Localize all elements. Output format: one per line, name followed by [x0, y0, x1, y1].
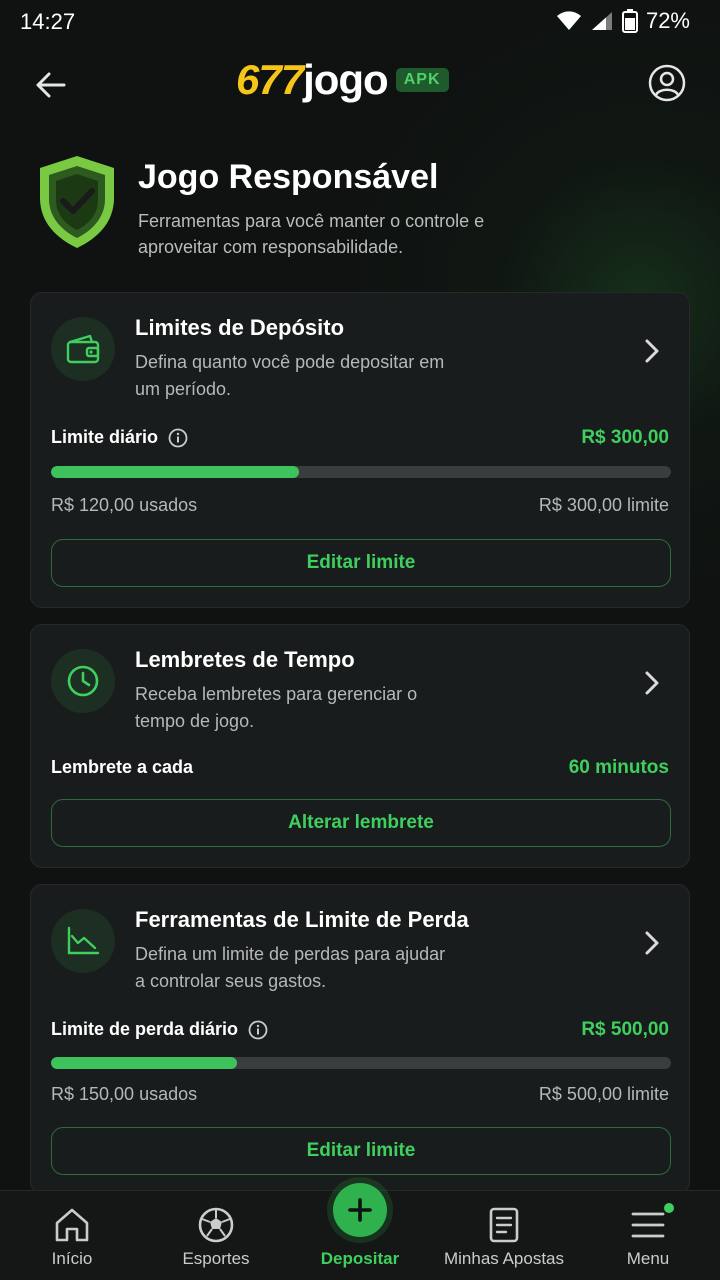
- wifi-icon: [556, 11, 581, 30]
- nav-item-esportes[interactable]: Esportes: [144, 1191, 288, 1280]
- page-title: Jogo Responsável: [138, 158, 439, 196]
- nav-item-depositar[interactable]: Depositar: [288, 1183, 432, 1280]
- logo-word: jogo: [303, 56, 389, 103]
- info-icon[interactable]: [248, 1020, 268, 1040]
- card-icon-container: [51, 317, 115, 381]
- screen: 14:27 72% 677 jogo APK Jogo Responsável …: [0, 0, 720, 1280]
- apk-badge: APK: [395, 68, 449, 92]
- status-bar: 14:27 72%: [0, 0, 720, 44]
- nav-label: Menu: [626, 1249, 670, 1268]
- daily-loss-limit-label: Limite de perda diário: [51, 1019, 239, 1039]
- wallet-icon: [66, 334, 100, 364]
- edit-deposit-limit-button[interactable]: Editar limite: [51, 539, 671, 587]
- deposit-limit-card[interactable]: Limites de Depósito Defina quanto você p…: [30, 292, 690, 608]
- menu-icon: [631, 1212, 665, 1238]
- hero-section: Jogo Responsável Ferramentas para você m…: [36, 154, 696, 264]
- notification-dot: [664, 1203, 674, 1213]
- card-description: Defina quanto você pode depositar em um …: [135, 352, 445, 399]
- loss-limit-card[interactable]: Ferramentas de Limite de Perda Defina um…: [30, 884, 690, 1194]
- nav-item-menu[interactable]: Menu: [576, 1191, 720, 1280]
- card-title: Limites de Depósito: [135, 315, 345, 340]
- reminder-interval-value: 60 minutos: [568, 757, 669, 778]
- deposit-progress-bar: [51, 466, 671, 478]
- daily-limit-label: Limite diário: [51, 427, 159, 447]
- back-button[interactable]: [30, 64, 72, 106]
- card-icon-container: [51, 649, 115, 713]
- user-circle-icon: [648, 64, 686, 102]
- chevron-right-icon[interactable]: [641, 929, 663, 957]
- reminder-interval-row: Lembrete a cada: [51, 757, 193, 778]
- card-description: Defina um limite de perdas para ajudar a…: [135, 944, 446, 991]
- reminder-interval-label: Lembrete a cada: [51, 757, 194, 777]
- bottom-navigation: Início Esportes Depositar Minhas Apostas…: [0, 1183, 720, 1280]
- nav-item-minhas-apostas[interactable]: Minhas Apostas: [432, 1191, 576, 1280]
- limit-amount: R$ 500,00 limite: [538, 1084, 669, 1104]
- brand-logo[interactable]: 677 jogo APK: [236, 56, 449, 104]
- card-icon-container: [51, 909, 115, 973]
- nav-label: Início: [51, 1249, 93, 1268]
- clock-icon: [67, 665, 99, 697]
- signal-icon: [591, 12, 612, 30]
- chevron-right-icon[interactable]: [641, 669, 663, 697]
- arrow-left-icon: [36, 72, 66, 98]
- used-amount: R$ 120,00 usados: [51, 495, 198, 515]
- nav-label: Esportes: [182, 1249, 250, 1268]
- daily-limit-row: Limite diário: [51, 427, 188, 448]
- edit-loss-limit-button[interactable]: Editar limite: [51, 1127, 671, 1175]
- deposit-fab[interactable]: [333, 1183, 387, 1237]
- loss-progress-fill: [51, 1057, 237, 1069]
- info-icon[interactable]: [168, 428, 188, 448]
- soccer-ball-icon: [198, 1207, 234, 1243]
- nav-label: Depositar: [320, 1249, 400, 1268]
- status-icons: 72%: [556, 8, 690, 34]
- page-description: Ferramentas para você manter o controle …: [138, 211, 485, 257]
- nav-item-inicio[interactable]: Início: [0, 1191, 144, 1280]
- card-description: Receba lembretes para gerenciar o tempo …: [135, 684, 418, 731]
- daily-loss-limit-value: R$ 500,00: [581, 1019, 669, 1040]
- deposit-progress-fill: [51, 466, 299, 478]
- daily-loss-limit-row: Limite de perda diário: [51, 1019, 268, 1040]
- chart-down-icon: [67, 926, 100, 955]
- status-time: 14:27: [20, 9, 76, 34]
- nav-label: Minhas Apostas: [443, 1249, 564, 1268]
- loss-progress-bar: [51, 1057, 671, 1069]
- plus-icon: [348, 1198, 372, 1222]
- shield-check-icon: [40, 156, 114, 248]
- app-header: 677 jogo APK: [0, 44, 720, 120]
- battery-percent: 72%: [645, 8, 690, 33]
- daily-limit-value: R$ 300,00: [581, 427, 669, 448]
- logo-number: 677: [236, 56, 304, 103]
- profile-button[interactable]: [646, 62, 688, 104]
- card-title: Lembretes de Tempo: [135, 647, 355, 672]
- card-title: Ferramentas de Limite de Perda: [135, 907, 469, 932]
- time-reminder-card[interactable]: Lembretes de Tempo Receba lembretes para…: [30, 624, 690, 868]
- chevron-right-icon[interactable]: [641, 337, 663, 365]
- document-icon: [489, 1207, 519, 1243]
- used-amount: R$ 150,00 usados: [51, 1084, 198, 1104]
- battery-icon: [621, 9, 638, 33]
- limit-amount: R$ 300,00 limite: [538, 495, 669, 515]
- change-reminder-button[interactable]: Alterar lembrete: [51, 799, 671, 847]
- home-icon: [55, 1208, 89, 1242]
